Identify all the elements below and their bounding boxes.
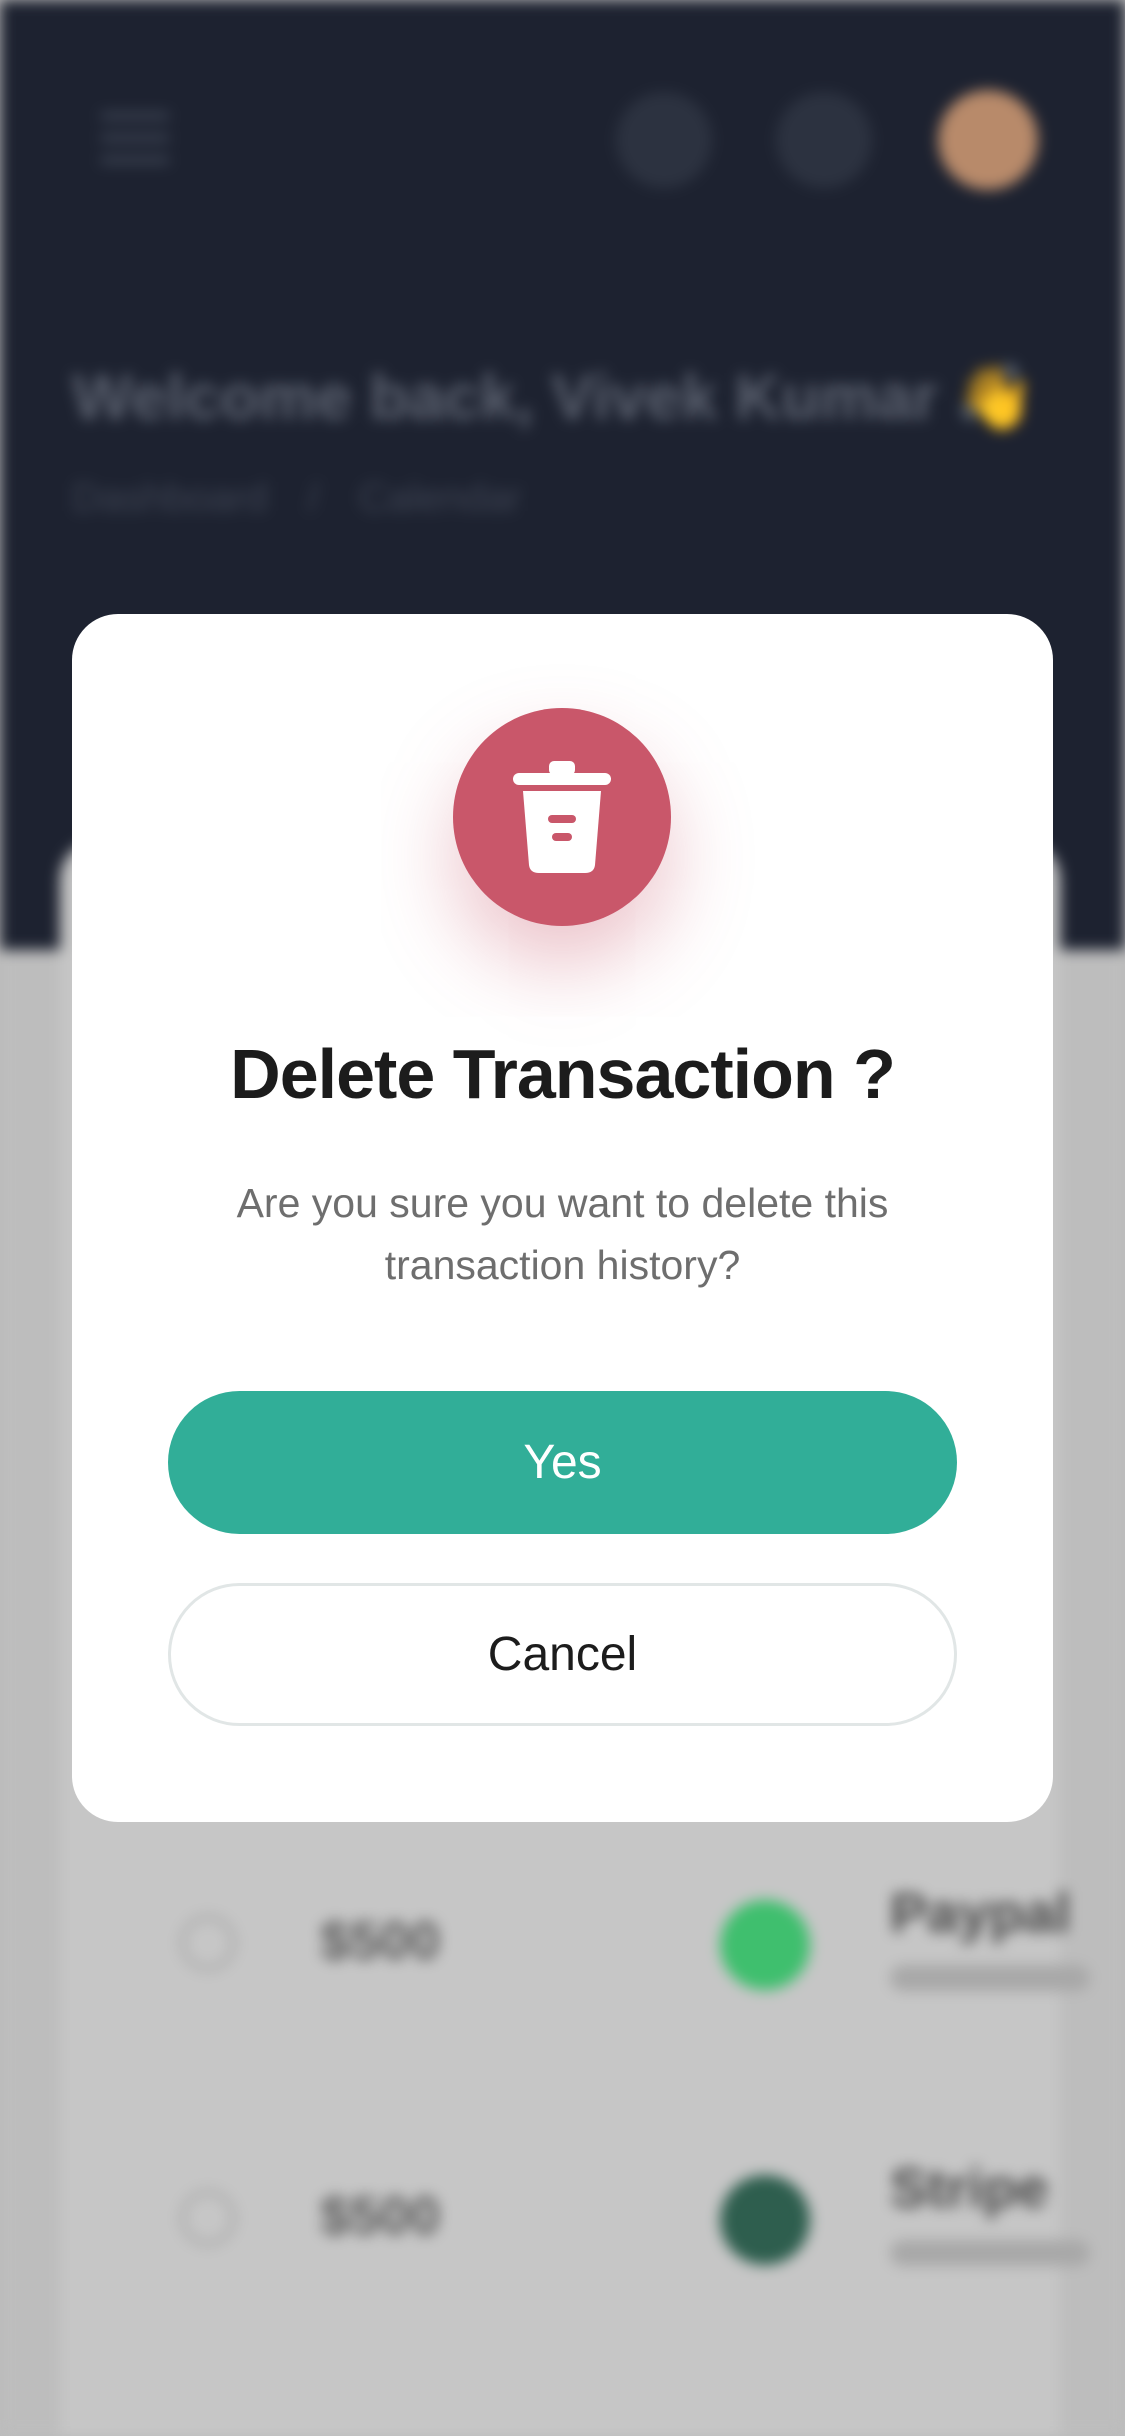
menu-icon[interactable] <box>100 112 170 172</box>
merchant-name: Stripe <box>890 2156 1049 2219</box>
transaction-row[interactable]: $500 Stripe <box>160 2145 1100 2295</box>
cancel-button[interactable]: Cancel <box>168 1583 957 1726</box>
merchant-logo <box>720 1900 810 1990</box>
breadcrumb-home[interactable]: Dashboard <box>72 476 268 520</box>
transaction-row[interactable]: $500 Paypal <box>160 1870 1100 2020</box>
avatar[interactable] <box>938 90 1038 190</box>
yes-button[interactable]: Yes <box>168 1391 957 1534</box>
merchant-subtext <box>890 2240 1090 2266</box>
breadcrumb-separator: / <box>307 476 319 520</box>
delete-dialog: Delete Transaction ? Are you sure you wa… <box>72 614 1053 1822</box>
delete-icon-badge <box>453 708 671 926</box>
transaction-amount: $500 <box>320 2186 441 2246</box>
breadcrumb-current: Calendar <box>358 476 522 520</box>
search-icon[interactable] <box>616 92 712 188</box>
trash-icon <box>513 761 611 873</box>
dialog-description: Are you sure you want to delete this tra… <box>236 1180 889 1288</box>
row-select-radio[interactable] <box>180 1915 236 1971</box>
transaction-amount: $500 <box>320 1911 441 1971</box>
breadcrumb: Dashboard / Calendar <box>72 476 521 521</box>
dialog-title: Delete Transaction ? <box>230 1035 896 1113</box>
merchant-name: Paypal <box>890 1881 1071 1944</box>
merchant-logo <box>720 2175 810 2265</box>
bell-icon[interactable] <box>776 92 872 188</box>
welcome-heading: Welcome back, Vivek Kumar 👋 <box>72 361 1036 433</box>
merchant-subtext <box>890 1965 1090 1991</box>
row-select-radio[interactable] <box>180 2190 236 2246</box>
